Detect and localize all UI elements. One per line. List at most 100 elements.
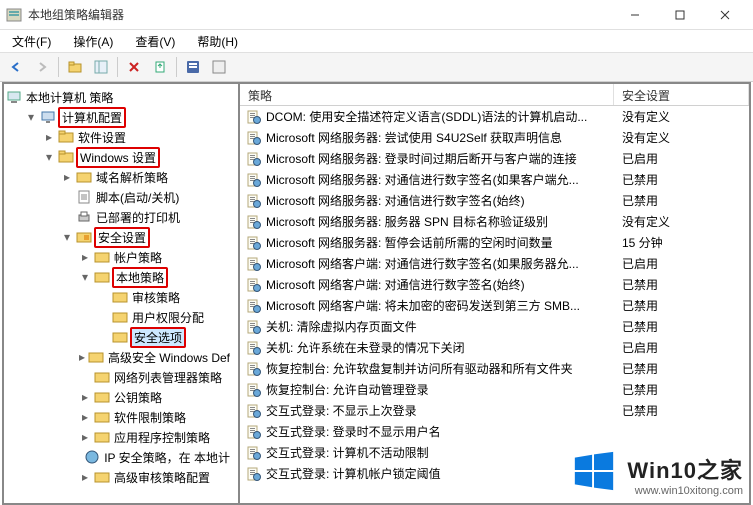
tree-label: Windows 设置: [76, 147, 160, 168]
tree-security-options[interactable]: 安全选项: [96, 327, 236, 347]
tree-root[interactable]: 本地计算机 策略: [6, 87, 236, 107]
list-pane[interactable]: 策略 安全设置 DCOM: 使用安全描述符定义语言(SDDL)语法的计算机启动.…: [240, 84, 749, 503]
policy-row[interactable]: Microsoft 网络服务器: 对通信进行数字签名(如果客户端允...已禁用: [240, 169, 749, 190]
menu-view[interactable]: 查看(V): [129, 31, 181, 52]
tree-security-settings[interactable]: ▾安全设置: [60, 227, 236, 247]
expand-icon[interactable]: ▸: [78, 390, 92, 404]
policy-item-icon: [246, 466, 262, 482]
policy-row[interactable]: Microsoft 网络服务器: 对通信进行数字签名(始终)已禁用: [240, 190, 749, 211]
printer-icon: [76, 209, 92, 225]
policy-value: 没有定义: [614, 129, 749, 146]
policy-item-icon: [246, 445, 262, 461]
tree-swrestrict[interactable]: ▸ 软件限制策略: [78, 407, 236, 427]
expand-icon[interactable]: ▸: [78, 410, 92, 424]
collapse-icon[interactable]: ▾: [78, 270, 92, 284]
tree-label: 计算机配置: [58, 107, 126, 128]
policy-item-icon: [246, 298, 262, 314]
policy-item-icon: [246, 424, 262, 440]
maximize-button[interactable]: [657, 1, 702, 29]
tree-scripts[interactable]: 脚本(启动/关机): [60, 187, 236, 207]
policy-item-icon: [246, 109, 262, 125]
policy-row[interactable]: 关机: 允许系统在未登录的情况下关闭已启用: [240, 337, 749, 358]
folder-icon: [94, 369, 110, 385]
expand-icon[interactable]: ▾: [24, 110, 38, 124]
script-icon: [76, 189, 92, 205]
tree-dns-policy[interactable]: ▸域名解析策略: [60, 167, 236, 187]
export-button[interactable]: [148, 55, 172, 79]
policy-value: 已禁用: [614, 192, 749, 209]
policy-row[interactable]: Microsoft 网络服务器: 尝试使用 S4U2Self 获取声明信息没有定…: [240, 127, 749, 148]
policy-item-icon: [246, 361, 262, 377]
expand-icon[interactable]: ▸: [78, 250, 92, 264]
expand-icon[interactable]: ▸: [42, 130, 56, 144]
show-hide-tree-button[interactable]: [89, 55, 113, 79]
tree-ipsec[interactable]: IP 安全策略，在 本地计: [78, 447, 236, 467]
expand-icon[interactable]: ▸: [78, 350, 86, 364]
column-security-setting[interactable]: 安全设置: [614, 84, 749, 105]
close-button[interactable]: [702, 1, 747, 29]
tree-printers[interactable]: 已部署的打印机: [60, 207, 236, 227]
expand-icon[interactable]: ▸: [78, 470, 92, 484]
tree-label: 脚本(启动/关机): [94, 188, 181, 207]
policy-row[interactable]: Microsoft 网络服务器: 暂停会话前所需的空闲时间数量15 分钟: [240, 232, 749, 253]
menu-action[interactable]: 操作(A): [67, 31, 119, 52]
policy-row[interactable]: 交互式登录: 计算机帐户锁定阈值: [240, 463, 749, 484]
policy-row[interactable]: 恢复控制台: 允许自动管理登录已禁用: [240, 379, 749, 400]
tree-pane[interactable]: 本地计算机 策略 ▾ 计算机配置 ▸ 软件设置 ▾: [4, 84, 240, 503]
tree-appctrl[interactable]: ▸应用程序控制策略: [78, 427, 236, 447]
policy-item-icon: [246, 340, 262, 356]
forward-button[interactable]: [30, 55, 54, 79]
tree-local-policies[interactable]: ▾本地策略: [78, 267, 236, 287]
back-button[interactable]: [4, 55, 28, 79]
policy-row[interactable]: 交互式登录: 计算机不活动限制: [240, 442, 749, 463]
up-button[interactable]: [63, 55, 87, 79]
policy-item-icon: [246, 235, 262, 251]
tree-software-settings[interactable]: ▸ 软件设置: [42, 127, 236, 147]
policy-row[interactable]: Microsoft 网络客户端: 对通信进行数字签名(始终)已禁用: [240, 274, 749, 295]
policy-name: 交互式登录: 计算机不活动限制: [266, 444, 429, 461]
tree-netlist[interactable]: 网络列表管理器策略: [78, 367, 236, 387]
expand-icon[interactable]: ▸: [78, 430, 92, 444]
tree-advaudit[interactable]: ▸高级审核策略配置: [78, 467, 236, 487]
policy-row[interactable]: Microsoft 网络客户端: 将未加密的密码发送到第三方 SMB...已禁用: [240, 295, 749, 316]
policy-value: 已禁用: [614, 171, 749, 188]
policy-row[interactable]: Microsoft 网络服务器: 服务器 SPN 目标名称验证级别没有定义: [240, 211, 749, 232]
computer-icon: [6, 89, 22, 105]
policy-row[interactable]: Microsoft 网络服务器: 登录时间过期后断开与客户端的连接已启用: [240, 148, 749, 169]
tree-label: 软件限制策略: [112, 408, 188, 427]
tree-user-rights[interactable]: 用户权限分配: [96, 307, 236, 327]
folder-icon: [94, 389, 110, 405]
tree-pubkey[interactable]: ▸公钥策略: [78, 387, 236, 407]
policy-row[interactable]: 关机: 清除虚拟内存页面文件已禁用: [240, 316, 749, 337]
tree-label: IP 安全策略，在 本地计: [102, 448, 232, 467]
minimize-button[interactable]: [612, 1, 657, 29]
policy-row[interactable]: 恢复控制台: 允许软盘复制并访问所有驱动器和所有文件夹已禁用: [240, 358, 749, 379]
policy-icon: [94, 249, 110, 265]
help-button[interactable]: [207, 55, 231, 79]
expand-icon[interactable]: ▸: [60, 170, 74, 184]
tree-computer-config[interactable]: ▾ 计算机配置: [24, 107, 236, 127]
policy-name: Microsoft 网络服务器: 服务器 SPN 目标名称验证级别: [266, 213, 548, 230]
policy-name: 交互式登录: 计算机帐户锁定阈值: [266, 465, 441, 482]
collapse-icon[interactable]: ▾: [60, 230, 74, 244]
toolbar-separator: [117, 57, 118, 77]
delete-button[interactable]: [122, 55, 146, 79]
policy-name: 恢复控制台: 允许软盘复制并访问所有驱动器和所有文件夹: [266, 360, 573, 377]
policy-name: DCOM: 使用安全描述符定义语言(SDDL)语法的计算机启动...: [266, 108, 587, 125]
policy-row[interactable]: 交互式登录: 不显示上次登录已禁用: [240, 400, 749, 421]
tree-audit-policy[interactable]: 审核策略: [96, 287, 236, 307]
policy-name: 交互式登录: 登录时不显示用户名: [266, 423, 441, 440]
column-policy[interactable]: 策略: [240, 84, 614, 105]
menu-file[interactable]: 文件(F): [6, 31, 57, 52]
properties-button[interactable]: [181, 55, 205, 79]
tree-wfas[interactable]: ▸高级安全 Windows Def: [78, 347, 236, 367]
tree-windows-settings[interactable]: ▾ Windows 设置: [42, 147, 236, 167]
policy-row[interactable]: Microsoft 网络客户端: 对通信进行数字签名(如果服务器允...已启用: [240, 253, 749, 274]
policy-value: 已禁用: [614, 297, 749, 314]
collapse-icon[interactable]: ▾: [42, 150, 56, 164]
policy-icon: [112, 289, 128, 305]
policy-row[interactable]: 交互式登录: 登录时不显示用户名: [240, 421, 749, 442]
policy-row[interactable]: DCOM: 使用安全描述符定义语言(SDDL)语法的计算机启动...没有定义: [240, 106, 749, 127]
tree-account-policies[interactable]: ▸帐户策略: [78, 247, 236, 267]
menu-help[interactable]: 帮助(H): [191, 31, 244, 52]
